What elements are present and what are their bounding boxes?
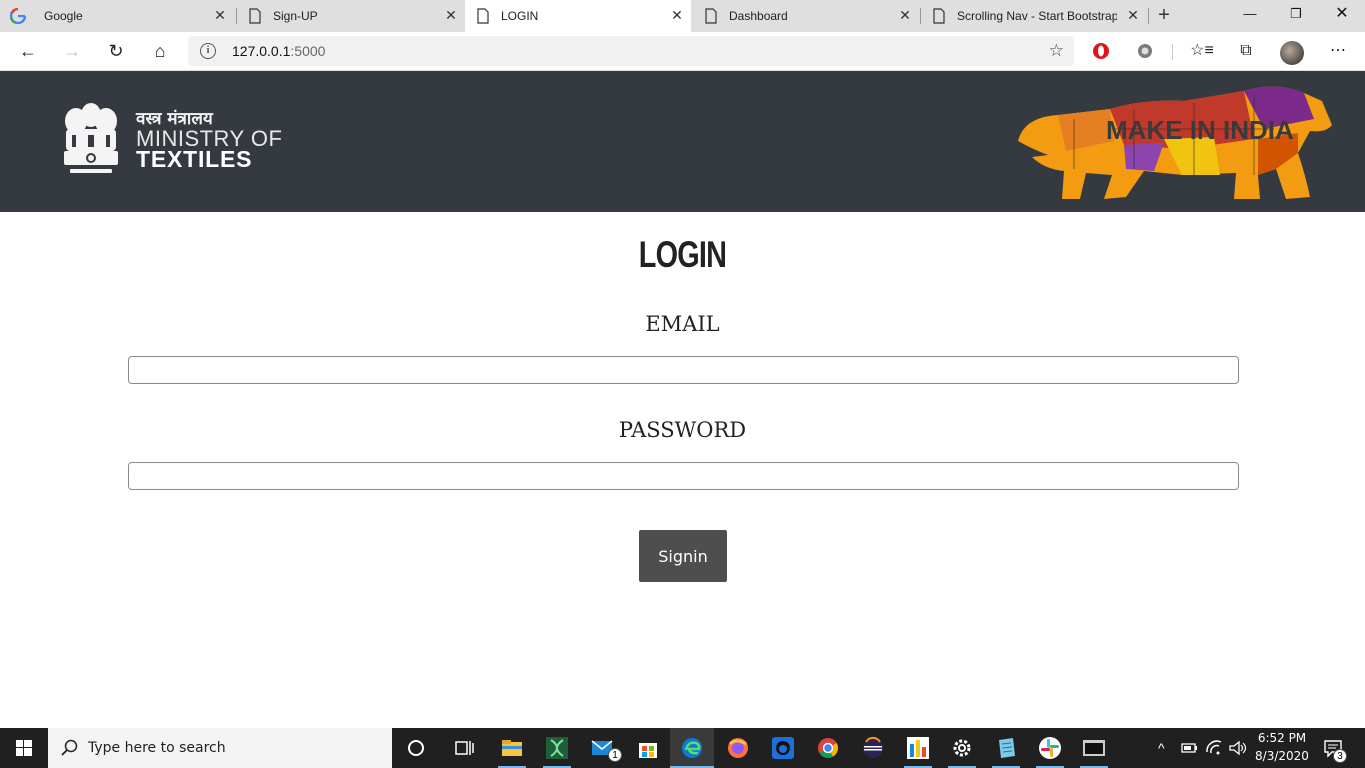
- clock-time[interactable]: 6:52 PM: [1252, 731, 1312, 745]
- tab-title: Scrolling Nav - Start Bootstrap: [957, 9, 1117, 23]
- task-view-icon[interactable]: [452, 736, 476, 760]
- file-explorer-icon[interactable]: [500, 736, 524, 760]
- browser-tab-login[interactable]: LOGIN ✕: [465, 0, 691, 32]
- minimize-icon[interactable]: —: [1238, 4, 1262, 24]
- close-icon[interactable]: ✕: [669, 7, 685, 23]
- edge-icon[interactable]: [680, 736, 704, 760]
- notes-app-icon[interactable]: [994, 736, 1018, 760]
- mail-badge: 1: [608, 748, 622, 762]
- forward-icon[interactable]: →: [60, 40, 84, 64]
- tray-overflow-chevron-icon[interactable]: ^: [1158, 740, 1165, 756]
- windows-start-icon[interactable]: [0, 728, 48, 768]
- url-host: 127.0.0.1: [232, 43, 291, 59]
- browser-tab-dashboard[interactable]: Dashboard ✕: [693, 0, 919, 32]
- notification-count-badge: 3: [1333, 749, 1347, 763]
- browser-tab-signup[interactable]: Sign-UP ✕: [237, 0, 463, 32]
- signin-button[interactable]: Signin: [639, 530, 727, 582]
- page-icon: [249, 8, 261, 24]
- url-port: :5000: [290, 43, 326, 59]
- chrome-icon[interactable]: [816, 736, 840, 760]
- close-icon[interactable]: ✕: [897, 7, 913, 23]
- national-emblem-logo: [64, 103, 118, 173]
- extension-icon[interactable]: [1136, 42, 1154, 60]
- ministry-name-line2: TEXTILES: [136, 146, 253, 172]
- tab-divider: [1148, 8, 1149, 24]
- favorites-icon[interactable]: ☆≡: [1190, 40, 1214, 64]
- taskbar-search-placeholder: Type here to search: [88, 740, 226, 756]
- tab-title: Dashboard: [729, 9, 788, 23]
- more-menu-icon[interactable]: ⋯: [1326, 40, 1350, 64]
- window-close-icon[interactable]: ✕: [1330, 4, 1354, 24]
- github-desktop-icon[interactable]: [771, 736, 795, 760]
- page-icon: [933, 8, 945, 24]
- profile-avatar[interactable]: [1280, 41, 1304, 65]
- toolbar-divider: [1172, 44, 1173, 60]
- restore-icon[interactable]: ❐: [1284, 4, 1308, 24]
- refresh-icon[interactable]: ↻: [104, 40, 128, 64]
- password-field[interactable]: [128, 462, 1239, 490]
- browser-tab-google[interactable]: Google ✕: [0, 0, 236, 32]
- collections-icon[interactable]: ⧉: [1234, 40, 1258, 64]
- power-bi-icon[interactable]: [906, 736, 930, 760]
- tab-title: Google: [44, 9, 83, 23]
- new-tab-icon[interactable]: +: [1154, 5, 1174, 26]
- favorite-star-icon[interactable]: ☆: [1049, 41, 1064, 61]
- login-title: LOGIN: [638, 234, 727, 275]
- slack-icon[interactable]: [1038, 736, 1062, 760]
- address-bar[interactable]: i 127.0.0.1:5000 ☆: [188, 36, 1074, 66]
- settings-gear-icon[interactable]: [950, 736, 974, 760]
- tab-title: LOGIN: [501, 9, 539, 23]
- page-icon: [705, 8, 717, 24]
- page-icon: [477, 8, 489, 24]
- volume-icon[interactable]: [1228, 736, 1248, 760]
- tab-title: Sign-UP: [273, 9, 318, 23]
- cortana-icon[interactable]: [404, 736, 428, 760]
- browser-tab-scrolling-nav[interactable]: Scrolling Nav - Start Bootstrap ✕: [921, 0, 1147, 32]
- eclipse-icon[interactable]: [861, 736, 885, 760]
- clock-date[interactable]: 8/3/2020: [1252, 749, 1312, 763]
- make-in-india-text: MAKE IN INDIA: [1106, 115, 1294, 145]
- home-icon[interactable]: ⌂: [148, 40, 172, 64]
- firefox-icon[interactable]: [726, 736, 750, 760]
- email-field[interactable]: [128, 356, 1239, 384]
- email-label: EMAIL: [645, 312, 720, 336]
- password-label: PASSWORD: [618, 418, 747, 442]
- terminal-icon[interactable]: [1082, 736, 1106, 760]
- search-icon: [61, 739, 78, 756]
- battery-icon[interactable]: [1180, 736, 1198, 760]
- browser-toolbar: ← → ↻ ⌂ i 127.0.0.1:5000 ☆ ☆≡ ⧉ ⋯: [0, 32, 1365, 71]
- opera-extension-icon[interactable]: [1092, 42, 1110, 60]
- make-in-india-lion-logo: MAKE IN INDIA: [1018, 86, 1332, 199]
- close-icon[interactable]: ✕: [212, 7, 228, 23]
- site-header: वस्त्र मंत्रालय MINISTRY OF TEXTILES MAK…: [0, 71, 1365, 212]
- dna-app-icon[interactable]: [545, 736, 569, 760]
- store-icon[interactable]: [636, 736, 660, 760]
- close-icon[interactable]: ✕: [1125, 7, 1141, 23]
- google-icon: [10, 8, 26, 24]
- url-text: 127.0.0.1:5000: [232, 43, 325, 59]
- close-icon[interactable]: ✕: [443, 7, 459, 23]
- taskbar-search[interactable]: Type here to search: [48, 728, 392, 768]
- back-icon[interactable]: ←: [16, 40, 40, 64]
- browser-tab-strip: Google ✕ Sign-UP ✕ LOGIN ✕ Dashboard ✕ S…: [0, 0, 1365, 32]
- ministry-logo-text: वस्त्र मंत्रालय MINISTRY OF TEXTILES: [136, 109, 306, 172]
- windows-taskbar: Type here to search 1 ^ 6:52 PM 8/3/2020…: [0, 728, 1365, 768]
- wifi-icon[interactable]: [1204, 736, 1224, 760]
- site-info-icon[interactable]: i: [200, 43, 216, 59]
